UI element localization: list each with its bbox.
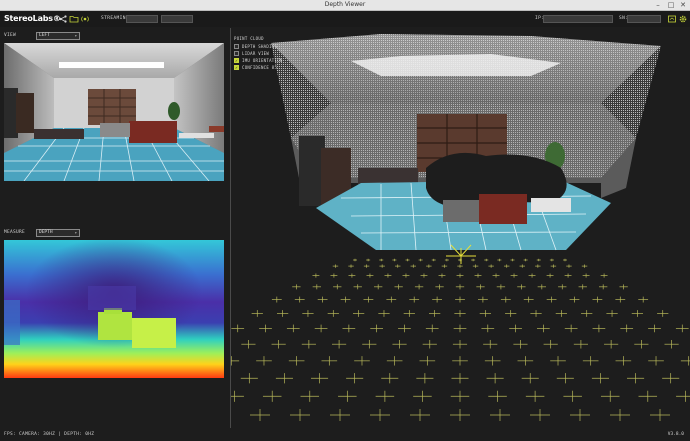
view-select-value: LEFT bbox=[39, 33, 50, 38]
chevron-down-icon: ▾ bbox=[74, 33, 77, 38]
view-select[interactable]: LEFT ▾ bbox=[36, 32, 80, 40]
depth-shading-checkbox[interactable] bbox=[234, 43, 239, 49]
title-bar: Depth Viewer – □ ✕ bbox=[0, 0, 690, 11]
toolbar: StereoLabs® STREAMING IP: SN: bbox=[0, 11, 690, 27]
maximize-button[interactable]: □ bbox=[667, 1, 675, 9]
version-label: V3.8.0 bbox=[667, 432, 684, 437]
streaming-address-field[interactable] bbox=[126, 15, 158, 23]
streaming-port-field[interactable] bbox=[161, 15, 193, 23]
record-icon[interactable] bbox=[80, 14, 90, 24]
stereolabs-logo: StereoLabs® bbox=[4, 14, 61, 23]
measure-label: MEASURE bbox=[4, 230, 26, 235]
point-cloud-view[interactable] bbox=[231, 28, 690, 428]
imu-orientation-label: IMU ORIENTATION bbox=[242, 58, 283, 63]
point-cloud-title: POINT CLOUD bbox=[234, 36, 264, 41]
ip-field[interactable] bbox=[543, 15, 613, 23]
depth-map-view bbox=[4, 240, 224, 378]
lidar-view-label: LIDAR VIEW bbox=[242, 51, 270, 56]
window-icon[interactable] bbox=[667, 14, 677, 24]
camera-left-view bbox=[4, 43, 224, 181]
streaming-label: STREAMING bbox=[101, 16, 129, 21]
confidence-label: CONFIDENCE 85 bbox=[242, 65, 278, 70]
confidence-checkbox[interactable]: ✓ bbox=[234, 64, 239, 70]
lidar-view-checkbox[interactable] bbox=[234, 50, 239, 56]
depth-shading-label: DEPTH SHADING bbox=[242, 44, 278, 49]
measure-select-value: DEPTH bbox=[39, 230, 53, 235]
chevron-down-icon: ▾ bbox=[74, 230, 77, 235]
folder-icon[interactable] bbox=[69, 14, 79, 24]
close-button[interactable]: ✕ bbox=[679, 1, 687, 9]
serial-number-field[interactable] bbox=[627, 15, 661, 23]
status-text: FPS: CAMERA: 30HZ | DEPTH: 0HZ bbox=[4, 432, 95, 437]
window-title: Depth Viewer bbox=[324, 1, 366, 8]
minimize-button[interactable]: – bbox=[654, 1, 662, 9]
measure-select[interactable]: DEPTH ▾ bbox=[36, 229, 80, 237]
settings-icon[interactable] bbox=[678, 14, 688, 24]
imu-orientation-checkbox[interactable]: ✓ bbox=[234, 57, 239, 63]
share-icon[interactable] bbox=[58, 14, 68, 24]
view-label: VIEW bbox=[4, 33, 17, 38]
